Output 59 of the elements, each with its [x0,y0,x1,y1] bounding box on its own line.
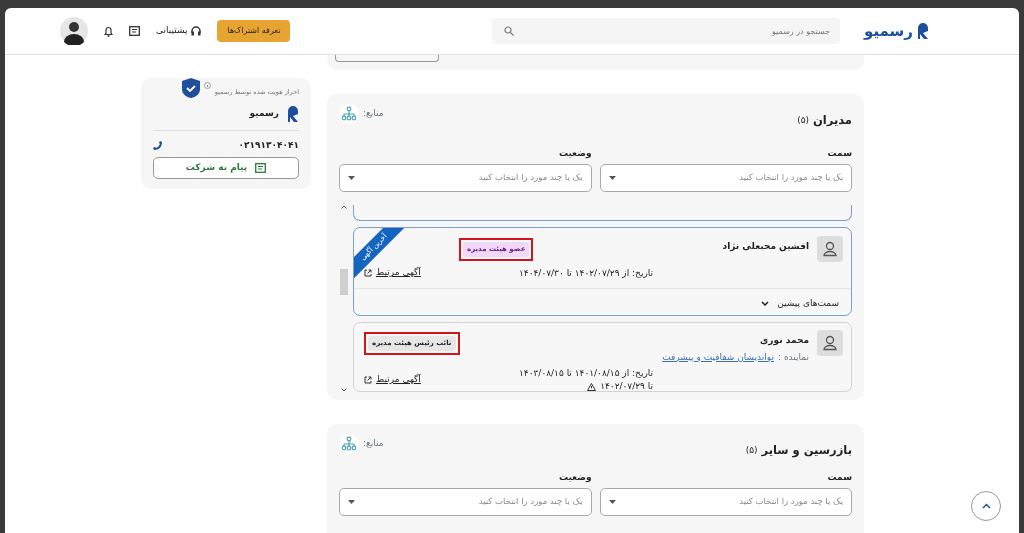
org-chart-icon [339,433,359,454]
button-outline[interactable] [335,55,439,62]
chevron-up-icon [981,503,991,509]
support-link[interactable]: پشتیبانی [156,24,188,38]
subscription-button[interactable]: تعرفه اشتراک‌ها [217,20,291,42]
filter-label: وضعیت [557,471,592,484]
phone-icon[interactable] [153,140,163,151]
scrollbar-thumb[interactable] [340,268,348,295]
logo-text[interactable]: رسمیو [864,19,913,43]
caret-icon [348,175,355,180]
caret-icon [348,499,355,504]
caret-icon [608,175,616,180]
filter-label: سمت [826,471,852,484]
info-icon [203,82,211,89]
org-chart-icon [339,104,359,124]
filter-label: وضعیت [557,147,592,161]
select-field[interactable]: یک یا چند مورد را انتخاب کنید [339,163,592,192]
bell-icon[interactable] [104,25,113,37]
headset-icon[interactable] [191,26,202,36]
avatar-icon[interactable] [60,17,88,45]
message-button[interactable]: پیام به شرکت [153,156,299,179]
date-range: تا ۱۴۰۲/۰۷/۲۹ [600,380,653,391]
chat-icon[interactable] [129,26,140,36]
select-field[interactable]: یک یا چند مورد را انتخاب کنید [599,163,852,192]
chevron-up-icon [341,204,347,209]
related-ad-link[interactable]: آگهی مرتبط [364,373,421,387]
count-label: (۵) [745,443,758,457]
select-field[interactable]: یک یا چند مورد را انتخاب کنید [339,487,592,516]
logo-icon[interactable] [287,106,299,122]
person-icon [817,330,843,357]
select-field[interactable]: یک یا چند مورد را انتخاب کنید [599,487,852,516]
warning-icon [587,382,597,391]
section-title: مدیران [813,112,852,129]
representative-link[interactable]: نواندیشان شفافیت و پیشرفت [662,350,774,365]
chevron-down-icon [761,301,770,307]
filter-label: سمت [826,147,852,161]
representative-label: نماینده : [778,350,809,364]
person-name: افشین محبعلی نژاد [722,240,809,254]
external-link-icon [364,269,372,278]
person-name: محمد نوری [759,334,809,348]
history-toggle[interactable]: سمت‌های پیشین [354,288,851,316]
chevron-down-icon [341,387,347,392]
phone-number: ۰۲۱۹۱۳۰۴۰۴۱ [238,139,299,152]
related-ad-link[interactable]: آگهی مرتبط [364,266,421,280]
logo-icon[interactable] [917,23,929,39]
person-icon [817,236,843,263]
external-link-icon [364,375,372,384]
scroll-top-button[interactable] [971,491,1001,521]
sources-label: منابع: [363,437,384,450]
company-name: رسمیو [249,107,279,121]
search-field[interactable]: جستجو در رسمیو [492,18,840,44]
search-icon [504,26,514,36]
sources-label: منابع: [363,107,384,121]
caret-icon [608,499,616,504]
date-range: تاریخ: از ۱۴۰۱/۰۸/۱۵ تا ۱۴۰۳/۰۸/۱۵ [519,367,653,381]
count-label: (۵) [797,113,809,127]
section-title: بازرسین و سایر [761,441,852,459]
date-range: تاریخ: از ۱۴۰۲/۰۷/۲۹ تا ۱۴۰۴/۰۷/۳۰ [519,267,653,281]
chat-icon [255,162,267,173]
